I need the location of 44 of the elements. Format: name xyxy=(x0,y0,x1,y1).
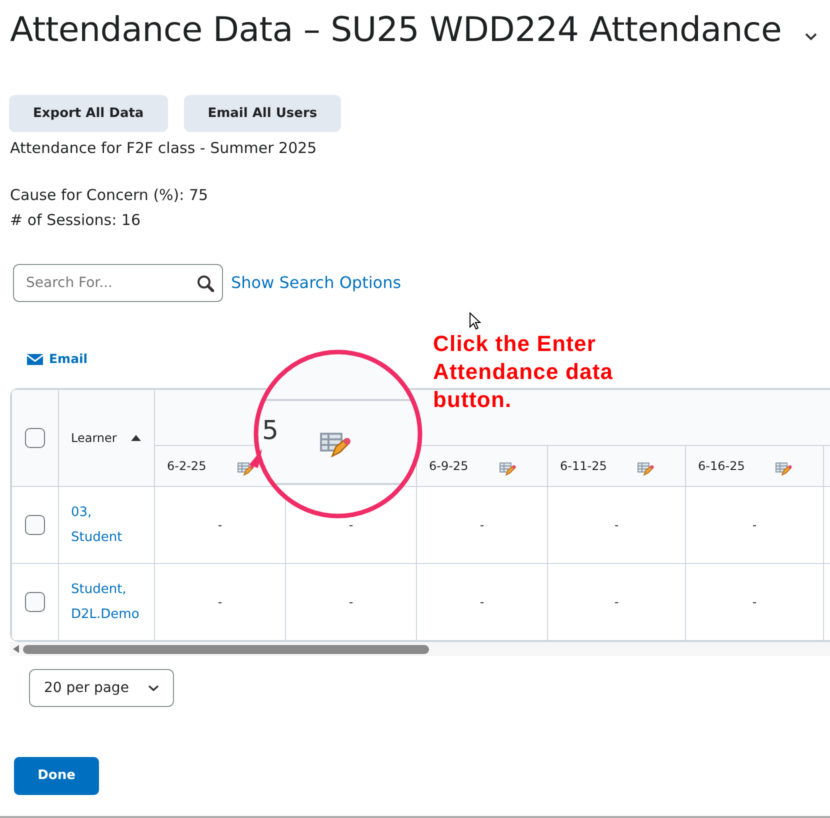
table-cell: - xyxy=(348,595,354,610)
stat-text: Cause for Concern (%): 75 xyxy=(9,185,210,206)
edit-icon[interactable] xyxy=(775,460,792,476)
column-header: Learner xyxy=(71,430,117,448)
column-header: 6-9-25 xyxy=(429,458,468,476)
magnified-text: 5 xyxy=(262,418,279,444)
chevron-icon xyxy=(804,31,818,42)
sort-icon[interactable] xyxy=(130,435,141,442)
description-text: Attendance for F2F class - Summer 2025 xyxy=(9,138,318,159)
envelope-icon xyxy=(27,354,43,366)
per-page-select[interactable]: 20 per page xyxy=(29,669,174,708)
edit-icon[interactable] xyxy=(637,460,654,476)
stat-text: # of Sessions: 16 xyxy=(9,210,142,232)
action-button[interactable]: Email All Users xyxy=(184,94,342,132)
table-cell: - xyxy=(480,595,484,610)
search-options-link[interactable]: Show Search Options xyxy=(231,271,402,296)
table-cell: - xyxy=(752,518,757,532)
cursor-icon xyxy=(469,312,482,332)
checkbox[interactable] xyxy=(25,592,45,612)
table-cell: - xyxy=(480,518,484,532)
table-cell: - xyxy=(218,518,222,532)
edit-icon[interactable] xyxy=(499,460,516,476)
checkbox[interactable] xyxy=(25,515,45,536)
action-button[interactable]: Export All Data xyxy=(9,94,168,132)
search-icon[interactable] xyxy=(197,275,214,292)
annotation-text: Click the Enter Attendance data button. xyxy=(433,330,614,414)
page-title: Attendance Data – SU25 WDD224 Attendance xyxy=(9,9,782,51)
search-field[interactable]: Search For... xyxy=(13,264,223,302)
chevron-icon xyxy=(148,684,159,692)
table-cell: - xyxy=(614,595,619,610)
column-header: 6-11-25 xyxy=(560,458,607,476)
column-header: 6-2-25 xyxy=(167,458,206,476)
column-header: 6-16-25 xyxy=(698,458,745,476)
table-cell: - xyxy=(752,595,757,610)
scrollbar-thumb[interactable] xyxy=(23,644,429,654)
checkbox[interactable] xyxy=(25,428,45,448)
edit-icon xyxy=(319,430,351,458)
done-button[interactable]: Done xyxy=(14,757,99,796)
scroll-left-icon xyxy=(13,645,19,654)
email-link[interactable]: Email xyxy=(49,350,88,370)
table-cell: - xyxy=(614,518,619,532)
table-cell: - xyxy=(218,595,222,610)
edit-icon[interactable] xyxy=(237,460,254,476)
table-cell: - xyxy=(348,518,354,532)
